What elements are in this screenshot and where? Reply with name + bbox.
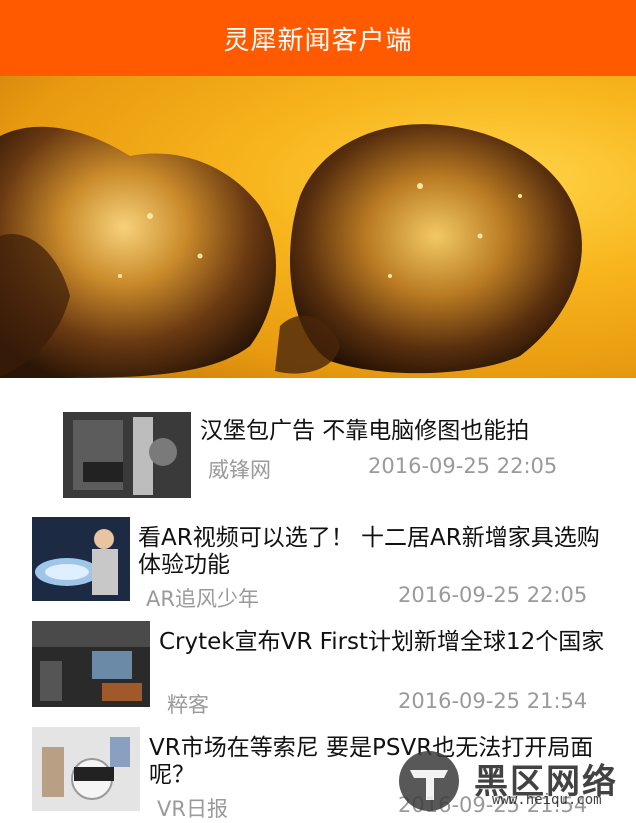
site-watermark: 黑区网络 www.heiqu.com: [396, 748, 626, 814]
app-title: 灵犀新闻客户端: [223, 25, 413, 56]
news-title[interactable]: 看AR视频可以选了！ 十二居AR新增家具选购体验功能: [138, 525, 608, 579]
news-item[interactable]: Crytek宣布VR First计划新增全球12个国家 粹客 2016-09-2…: [0, 621, 636, 717]
news-source: 粹客: [167, 693, 209, 717]
news-item[interactable]: 看AR视频可以选了！ 十二居AR新增家具选购体验功能 AR追风少年 2016-0…: [0, 517, 636, 611]
app-header: 灵犀新闻客户端: [0, 0, 636, 76]
news-item[interactable]: 汉堡包广告 不靠电脑修图也能拍 威锋网 2016-09-25 22:05: [0, 412, 636, 500]
news-source: 威锋网: [208, 458, 271, 482]
carousel-banner[interactable]: [0, 76, 636, 378]
news-time: 2016-09-25 22:05: [368, 454, 558, 478]
watermark-logo-icon: [399, 751, 459, 811]
news-source: VR日报: [157, 797, 228, 821]
news-title[interactable]: 汉堡包广告 不靠电脑修图也能拍: [200, 418, 620, 445]
news-time: 2016-09-25 21:54: [398, 689, 588, 713]
news-source: AR追风少年: [146, 587, 259, 611]
news-thumbnail: [32, 727, 140, 811]
news-time: 2016-09-25 22:05: [398, 583, 588, 607]
watermark-url: www.heiqu.com: [492, 792, 602, 808]
news-thumbnail: [32, 517, 130, 601]
news-thumbnail: [63, 412, 191, 498]
news-title[interactable]: Crytek宣布VR First计划新增全球12个国家: [159, 629, 609, 656]
banner-image: [0, 124, 582, 378]
news-thumbnail: [32, 621, 150, 707]
